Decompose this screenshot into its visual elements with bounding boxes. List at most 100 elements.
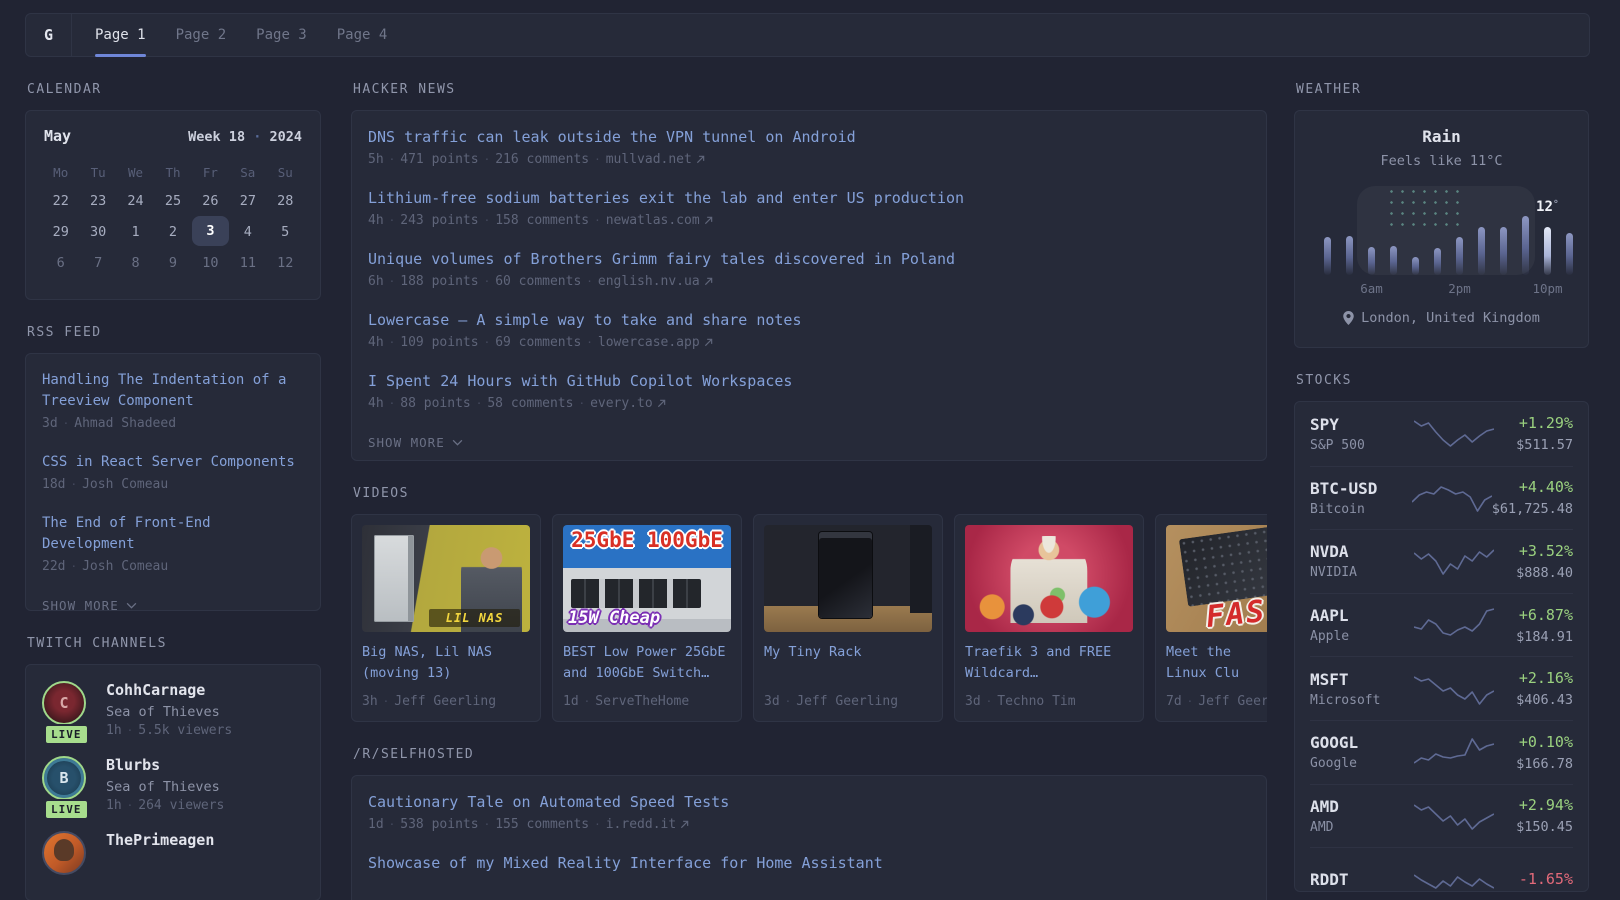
stock-id: RDDT <box>1310 870 1414 889</box>
calendar-day: 27 <box>229 185 266 216</box>
calendar-row: 293012345 <box>42 216 304 247</box>
external-link-icon <box>704 277 713 286</box>
post-title-link[interactable]: DNS traffic can leak outside the VPN tun… <box>368 127 1250 148</box>
video-thumbnail[interactable]: FAS <box>1166 525 1267 632</box>
stock-row[interactable]: NVDANVIDIA+3.52%$888.40 <box>1310 529 1573 593</box>
video-thumbnail[interactable]: LIL NAS <box>362 525 530 632</box>
stock-values: +3.52%$888.40 <box>1494 542 1573 581</box>
stock-row[interactable]: GOOGLGoogle+0.10%$166.78 <box>1310 720 1573 784</box>
tab-page-1[interactable]: Page 1 <box>95 14 146 56</box>
video-card[interactable]: 25GbE 100GbE15W Cheap BEST Low Power 25Gb… <box>552 514 742 722</box>
thumbnail-text-overlay: FAS <box>1205 594 1267 632</box>
external-link-icon <box>657 399 666 408</box>
video-title-link[interactable]: Meet the Linux Clu <box>1166 642 1267 684</box>
post-comments: 69 comments <box>495 335 581 350</box>
stock-symbol: BTC-USD <box>1310 479 1412 498</box>
calendar-day: 12 <box>267 247 304 278</box>
article-title-link[interactable]: The End of Front-End Development <box>42 513 304 555</box>
video-thumbnail[interactable]: 25GbE 100GbE15W Cheap <box>563 525 731 632</box>
video-channel: Jeff Geerling <box>1198 694 1267 709</box>
stock-price: $166.78 <box>1494 756 1573 772</box>
post-age: 4h <box>368 213 384 228</box>
stock-sparkline <box>1412 480 1492 516</box>
post-title-link[interactable]: I Spent 24 Hours with GitHub Copilot Wor… <box>368 371 1250 392</box>
video-card[interactable]: FASMeet the Linux Clu7d·Jeff Geerling <box>1155 514 1267 722</box>
calendar-day: 6 <box>42 247 79 278</box>
calendar-week-number: Week 18 <box>188 129 245 145</box>
post-meta: 5h·471 points·216 comments·mullvad.net <box>368 152 1250 167</box>
calendar-weekday: Su <box>267 159 304 185</box>
videos-section-label: VIDEOS <box>353 487 1267 500</box>
dot-separator: · <box>63 417 70 430</box>
stock-row[interactable]: SPYS&P 500+1.29%$511.57 <box>1310 402 1573 466</box>
video-title-link[interactable]: Big NAS, Lil NAS (moving 13) <box>362 642 530 684</box>
stock-change: -1.65% <box>1494 870 1573 889</box>
channel-name: ThePrimeagen <box>106 831 214 849</box>
article-title-link[interactable]: Handling The Indentation of a Treeview C… <box>42 370 304 412</box>
external-link-icon <box>704 216 713 225</box>
tab-page-4[interactable]: Page 4 <box>337 14 388 56</box>
post-points: 471 points <box>400 152 478 167</box>
dot-separator: · <box>389 275 396 288</box>
show-more-button[interactable]: SHOW MORE <box>42 598 137 613</box>
stock-row[interactable]: AMDAMD+2.94%$150.45 <box>1310 784 1573 848</box>
video-age: 3h <box>362 694 378 709</box>
video-card[interactable]: Traefik 3 and FREE Wildcard…3d·Techno Ti… <box>954 514 1144 722</box>
tab-page-3[interactable]: Page 3 <box>256 14 307 56</box>
stock-row[interactable]: MSFTMicrosoft+2.16%$406.43 <box>1310 656 1573 720</box>
stock-row[interactable]: AAPLApple+6.87%$184.91 <box>1310 593 1573 657</box>
article-title-link[interactable]: CSS in React Server Components <box>42 452 304 473</box>
weather-widget: Rain Feels like 11°C 12° 6am2pm10pm Lond… <box>1294 110 1589 348</box>
stock-sparkline <box>1414 607 1494 643</box>
video-title-link[interactable]: My Tiny Rack <box>764 642 932 684</box>
app-logo[interactable]: G <box>26 14 72 56</box>
video-card[interactable]: LIL NASBig NAS, Lil NAS (moving 13)3h·Je… <box>351 514 541 722</box>
post-title-link[interactable]: Cautionary Tale on Automated Speed Tests <box>368 792 1250 813</box>
post-age: 4h <box>368 335 384 350</box>
stock-row[interactable]: RDDT -1.65% <box>1310 847 1573 892</box>
stock-id: SPYS&P 500 <box>1310 415 1414 453</box>
post-comments: 155 comments <box>495 817 589 832</box>
calendar-day: 4 <box>229 216 266 247</box>
avatar-wrap <box>42 831 90 875</box>
stock-name: Bitcoin <box>1310 502 1412 517</box>
video-card[interactable]: My Tiny Rack3d·Jeff Geerling <box>753 514 943 722</box>
avatar <box>42 831 86 875</box>
thumbnail-art <box>374 535 414 623</box>
show-more-button[interactable]: SHOW MORE <box>368 435 463 450</box>
post-title-link[interactable]: Lowercase – A simple way to take and sha… <box>368 310 1250 331</box>
tab-page-2[interactable]: Page 2 <box>176 14 227 56</box>
weather-temp-bar <box>1324 237 1331 275</box>
thumbnail-art <box>571 579 700 609</box>
avatar: B <box>42 756 86 800</box>
calendar-day: 25 <box>154 185 191 216</box>
video-thumbnail[interactable] <box>965 525 1133 632</box>
video-title-link[interactable]: BEST Low Power 25GbE and 100GbE Switch… <box>563 642 731 684</box>
video-thumbnail[interactable] <box>764 525 932 632</box>
stock-change: +2.94% <box>1494 796 1573 815</box>
thumbnail-art <box>978 581 1119 628</box>
dot-separator: · <box>484 153 491 166</box>
weather-temp-bar <box>1368 247 1375 275</box>
dot-separator: · <box>484 818 491 831</box>
post-title-link[interactable]: Lithium-free sodium batteries exit the l… <box>368 188 1250 209</box>
stock-symbol: AMD <box>1310 797 1414 816</box>
post-title-link[interactable]: Unique volumes of Brothers Grimm fairy t… <box>368 249 1250 270</box>
twitch-channel-row[interactable]: ThePrimeagen <box>42 831 304 875</box>
post-points: 188 points <box>400 274 478 289</box>
calendar-day: 8 <box>117 247 154 278</box>
stock-id: MSFTMicrosoft <box>1310 670 1414 708</box>
video-title-link[interactable]: Traefik 3 and FREE Wildcard… <box>965 642 1133 684</box>
calendar-day: 23 <box>79 185 116 216</box>
twitch-channel-row[interactable]: CLIVECohhCarnageSea of Thieves1h·5.5k vi… <box>42 681 304 738</box>
twitch-channel-row[interactable]: BLIVEBlurbsSea of Thieves1h·264 viewers <box>42 756 304 813</box>
article-meta: 3d·Ahmad Shadeed <box>42 416 304 431</box>
viewer-count: 5.5k viewers <box>138 723 232 738</box>
post-points: 243 points <box>400 213 478 228</box>
list-item: I Spent 24 Hours with GitHub Copilot Wor… <box>368 371 1250 411</box>
post-title-link[interactable]: Showcase of my Mixed Reality Interface f… <box>368 853 1250 874</box>
channel-info: CohhCarnageSea of Thieves1h·5.5k viewers <box>106 681 232 738</box>
stock-row[interactable]: BTC-USDBitcoin+4.40%$61,725.48 <box>1310 466 1573 530</box>
stock-values: +6.87%$184.91 <box>1494 606 1573 645</box>
weather-temp-bar <box>1544 227 1551 275</box>
